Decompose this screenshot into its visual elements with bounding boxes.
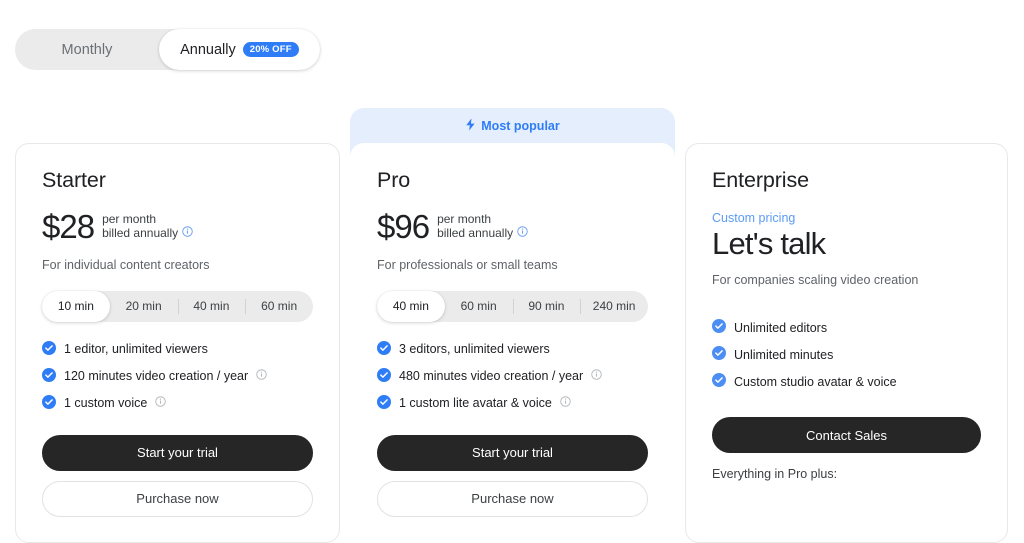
feature-item: 1 custom lite avatar & voice	[377, 394, 648, 413]
tagline-starter: For individual content creators	[42, 257, 210, 272]
price-block-pro: $96 per month billed annually	[377, 207, 648, 245]
duration-option[interactable]: 60 min	[245, 291, 313, 322]
price-amount-enterprise: Let's talk	[712, 225, 826, 261]
duration-option[interactable]: 20 min	[110, 291, 178, 322]
check-circle-icon	[712, 319, 726, 337]
feature-text: 120 minutes video creation / year	[64, 369, 249, 384]
contact-sales-button[interactable]: Contact Sales	[712, 417, 981, 454]
check-circle-icon	[377, 367, 391, 386]
feature-list-pro: 3 editors, unlimited viewers 480 minutes…	[377, 340, 648, 413]
duration-option[interactable]: 90 min	[512, 291, 581, 322]
info-icon[interactable]	[155, 396, 167, 411]
feature-item: Unlimited minutes	[712, 346, 981, 364]
toggle-option-monthly[interactable]: Monthly	[15, 29, 159, 70]
feature-text: 480 minutes video creation / year	[399, 369, 584, 384]
toggle-option-annually[interactable]: Annually 20% OFF	[158, 29, 320, 70]
feature-list-starter: 1 editor, unlimited viewers 120 minutes …	[42, 340, 313, 413]
check-circle-icon	[42, 394, 56, 413]
most-popular-label: Most popular	[481, 118, 560, 133]
price-billing-starter: billed annually	[102, 225, 179, 240]
tagline-pro: For professionals or small teams	[377, 257, 558, 272]
most-popular-banner: Most popular	[350, 108, 675, 143]
starter-card-body: Starter $28 per month billed annually Fo…	[15, 143, 340, 543]
discount-badge: 20% OFF	[242, 41, 299, 58]
feature-list-enterprise: Unlimited editors Unlimited minutes Cust…	[712, 319, 981, 391]
duration-option[interactable]: 40 min	[177, 291, 246, 322]
feature-item: 1 custom voice	[42, 394, 313, 413]
plan-name-enterprise: Enterprise	[712, 168, 809, 192]
duration-selector-starter[interactable]: 10 min 20 min 40 min 60 min	[42, 290, 313, 322]
price-period-starter: per month	[102, 211, 157, 226]
price-period-pro: per month	[437, 211, 492, 226]
feature-item: 480 minutes video creation / year	[377, 367, 648, 386]
start-trial-button[interactable]: Start your trial	[42, 434, 313, 471]
feature-text: 1 custom lite avatar & voice	[399, 396, 552, 411]
duration-option[interactable]: 240 min	[580, 291, 648, 322]
info-icon[interactable]	[517, 226, 528, 240]
feature-item: 1 editor, unlimited viewers	[42, 340, 313, 359]
feature-item: Custom studio avatar & voice	[712, 373, 981, 391]
price-billing-pro: billed annually	[437, 225, 514, 240]
bolt-icon	[465, 118, 476, 134]
check-circle-icon	[712, 373, 726, 391]
feature-item: Unlimited editors	[712, 319, 981, 337]
duration-option[interactable]: 10 min	[42, 290, 110, 322]
tagline-enterprise: For companies scaling video creation	[712, 273, 919, 288]
info-icon[interactable]	[256, 369, 267, 384]
feature-item: 120 minutes video creation / year	[42, 367, 313, 386]
feature-text: 1 editor, unlimited viewers	[64, 342, 208, 357]
check-circle-icon	[377, 394, 391, 413]
pricing-cards: Starter $28 per month billed annually Fo…	[0, 108, 1024, 543]
billing-period-toggle[interactable]: Monthly Annually 20% OFF	[15, 29, 320, 70]
check-circle-icon	[42, 367, 56, 386]
feature-text: 3 editors, unlimited viewers	[399, 342, 550, 357]
check-circle-icon	[712, 346, 726, 364]
price-block-starter: $28 per month billed annually	[42, 207, 313, 245]
everything-in-pro-note: Everything in Pro plus:	[712, 467, 838, 482]
plan-name-starter: Starter	[42, 168, 106, 192]
feature-text: Unlimited minutes	[734, 347, 834, 362]
feature-item: 3 editors, unlimited viewers	[377, 340, 648, 359]
feature-text: Custom studio avatar & voice	[734, 374, 897, 389]
toggle-option-monthly-label: Monthly	[61, 41, 113, 58]
pro-card-body: Pro $96 per month billed annually For pr…	[350, 143, 675, 543]
plan-name-pro: Pro	[377, 168, 411, 192]
purchase-now-button[interactable]: Purchase now	[377, 480, 648, 517]
duration-option[interactable]: 60 min	[445, 291, 513, 322]
enterprise-card-body: Enterprise Custom pricing Let's talk For…	[685, 143, 1008, 543]
info-icon[interactable]	[560, 396, 571, 411]
purchase-now-button[interactable]: Purchase now	[42, 480, 313, 517]
toggle-option-annually-label: Annually	[180, 41, 236, 58]
custom-pricing-label: Custom pricing	[712, 210, 796, 225]
info-icon[interactable]	[182, 226, 193, 240]
info-icon[interactable]	[591, 369, 602, 384]
price-amount-starter: $28	[42, 207, 95, 245]
feature-text: 1 custom voice	[64, 396, 148, 411]
duration-selector-pro[interactable]: 40 min 60 min 90 min 240 min	[377, 290, 648, 322]
duration-option[interactable]: 40 min	[377, 290, 445, 322]
feature-text: Unlimited editors	[734, 320, 828, 335]
start-trial-button[interactable]: Start your trial	[377, 434, 648, 471]
price-amount-pro: $96	[377, 207, 430, 245]
check-circle-icon	[377, 340, 391, 359]
check-circle-icon	[42, 340, 56, 359]
